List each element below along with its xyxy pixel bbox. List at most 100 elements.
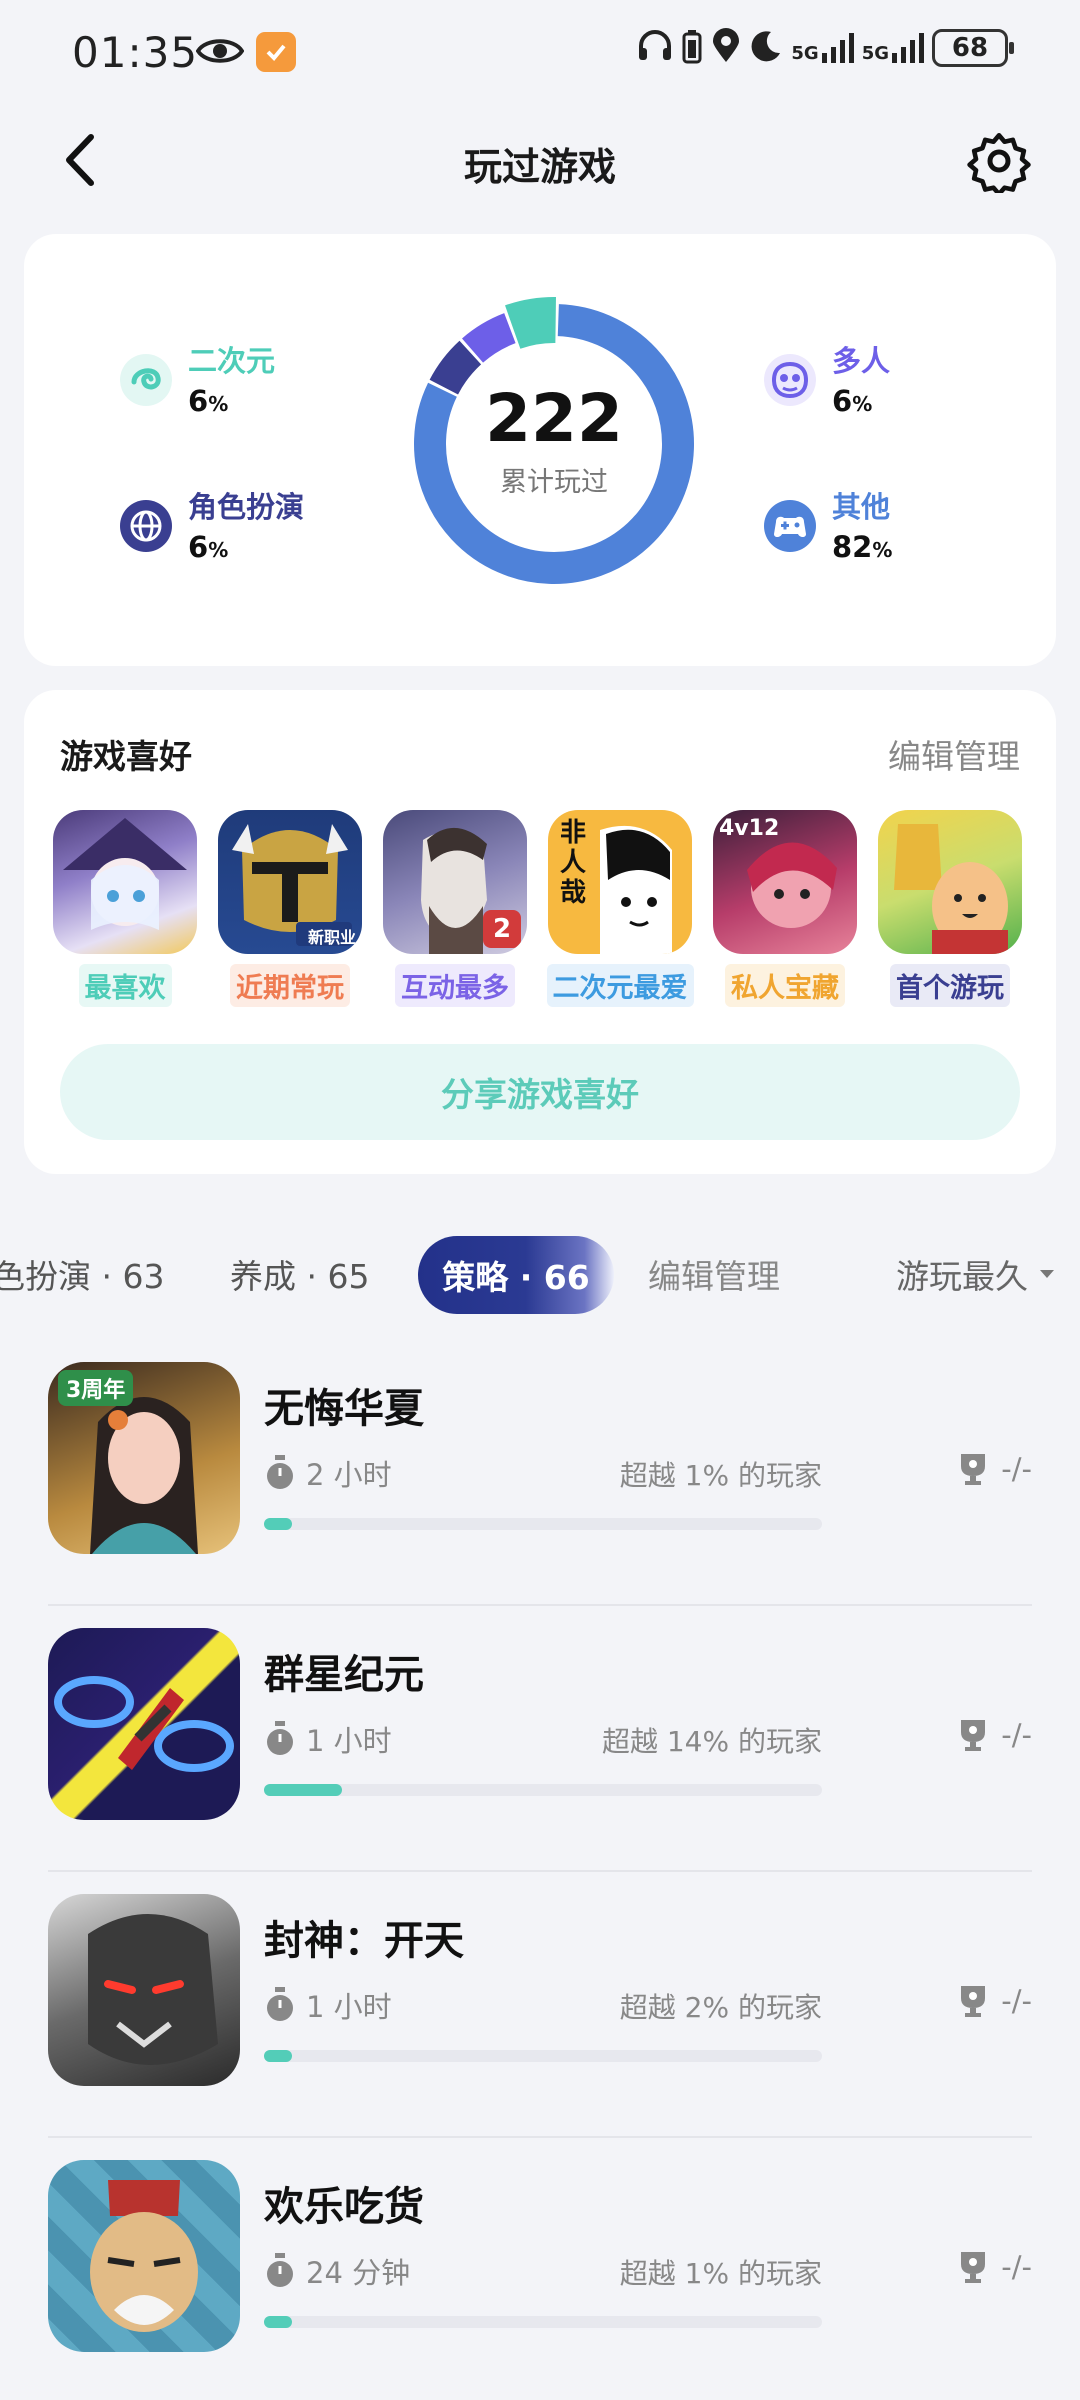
gear-icon bbox=[967, 132, 1031, 193]
category-tabs: 色扮演 · 63 养成 · 65 策略 · 66 编辑管理 游玩最久 bbox=[0, 1236, 1080, 1316]
trophy-icon bbox=[961, 1986, 986, 2017]
page-title: 玩过游戏 bbox=[463, 145, 616, 189]
share-preferences-button[interactable]: 分享游戏喜好 bbox=[60, 1044, 1020, 1140]
game-row[interactable]: 3周年 无悔华夏 2 小时 超越 1% 的玩家 -/- bbox=[0, 1340, 1080, 1606]
game-name: 无悔华夏 bbox=[264, 1386, 424, 1432]
progress-fill bbox=[264, 1518, 292, 1530]
preference-badge: 4v12 bbox=[719, 816, 780, 841]
preference-item[interactable]: 新职业 近期常玩 bbox=[215, 810, 365, 1007]
game-name: 封神：开天 bbox=[264, 1918, 464, 1964]
progress-bar bbox=[264, 2050, 822, 2062]
preference-tag: 二次元最爱 bbox=[546, 964, 694, 1007]
game-icon-image bbox=[53, 810, 197, 954]
game-icon bbox=[48, 1894, 240, 2086]
stopwatch-icon bbox=[267, 1987, 293, 2021]
location-icon bbox=[711, 28, 741, 68]
game-icon bbox=[48, 2160, 240, 2352]
preference-item[interactable]: 首个游玩 bbox=[875, 810, 1025, 1007]
game-icon bbox=[48, 1628, 240, 1820]
game-row[interactable]: 欢乐吃货 24 分钟 超越 1% 的玩家 -/- bbox=[0, 2138, 1080, 2400]
multiplayer-icon bbox=[764, 354, 816, 406]
battery-small-icon bbox=[681, 28, 703, 68]
stat-value: 6% bbox=[188, 384, 229, 418]
game-icon-image: 新职业 bbox=[218, 810, 362, 954]
preference-tag: 最喜欢 bbox=[78, 964, 172, 1007]
stopwatch-icon bbox=[267, 2253, 293, 2287]
total-count: 222 bbox=[485, 380, 623, 457]
sort-dropdown[interactable]: 游玩最久 bbox=[896, 1250, 1056, 1298]
app-notification-icon bbox=[256, 32, 296, 72]
game-playtime: 1 小时 bbox=[264, 1984, 392, 2026]
preference-item[interactable]: 4v12 私人宝藏 bbox=[710, 810, 860, 1007]
preferences-card: 游戏喜好 编辑管理 最喜欢 新职业 近期常玩 2 互动最多 非人哉 二次元最爱 … bbox=[24, 690, 1056, 1174]
trophy-icon bbox=[961, 2252, 986, 2283]
caret-down-icon bbox=[1040, 1270, 1054, 1278]
tabs-edit-button[interactable]: 编辑管理 bbox=[648, 1250, 780, 1298]
anime-swirl-icon bbox=[120, 354, 172, 406]
game-icon-image: 2 bbox=[383, 810, 527, 954]
tab-strategy-active[interactable]: 策略 · 66 bbox=[418, 1236, 614, 1314]
game-row[interactable]: 封神：开天 1 小时 超越 2% 的玩家 -/- bbox=[0, 1872, 1080, 2138]
game-name: 欢乐吃货 bbox=[264, 2184, 424, 2230]
total-label: 累计玩过 bbox=[500, 467, 608, 498]
signal-icon-2: 5G bbox=[862, 33, 924, 63]
game-rank: 超越 1% 的玩家 bbox=[619, 1459, 822, 1492]
game-rank: 超越 14% 的玩家 bbox=[601, 1725, 822, 1758]
preference-item[interactable]: 2 互动最多 bbox=[380, 810, 530, 1007]
preference-tag: 私人宝藏 bbox=[725, 964, 845, 1007]
game-playtime: 1 小时 bbox=[264, 1718, 392, 1760]
header: 玩过游戏 bbox=[0, 110, 1080, 210]
progress-bar bbox=[264, 2316, 822, 2328]
tab-rpg[interactable]: 色扮演 · 63 bbox=[0, 1250, 164, 1298]
eye-icon bbox=[195, 34, 245, 72]
preferences-edit-button[interactable]: 编辑管理 bbox=[888, 730, 1020, 778]
status-time: 01:35 bbox=[72, 28, 199, 77]
globe-icon bbox=[120, 500, 172, 552]
stat-label: 二次元 bbox=[188, 344, 276, 378]
battery-indicator: 68 bbox=[932, 29, 1014, 67]
game-playtime: 24 分钟 bbox=[264, 2250, 410, 2292]
stat-label: 角色扮演 bbox=[188, 490, 305, 524]
game-achievement: -/- bbox=[959, 1452, 1032, 1486]
game-icon-image: 非人哉 bbox=[548, 810, 692, 954]
stat-multiplayer: 多人 6% bbox=[764, 338, 890, 418]
progress-fill bbox=[264, 2050, 292, 2062]
game-playtime: 2 小时 bbox=[264, 1452, 392, 1494]
stat-label: 多人 bbox=[832, 344, 891, 378]
tab-cultivation[interactable]: 养成 · 65 bbox=[230, 1250, 369, 1298]
preference-tag: 互动最多 bbox=[395, 964, 515, 1007]
trophy-icon bbox=[961, 1454, 986, 1485]
preference-badge: 新职业 bbox=[307, 928, 356, 947]
progress-bar bbox=[264, 1518, 822, 1530]
signal-icon-1: 5G bbox=[791, 33, 854, 63]
game-achievement: -/- bbox=[959, 1718, 1032, 1752]
stat-value: 6% bbox=[832, 384, 873, 418]
stats-card: 二次元 6% 角色扮演 6% 多人 6% 其他 82% 222 累计玩过 bbox=[24, 234, 1056, 666]
game-rank: 超越 2% 的玩家 bbox=[619, 1991, 822, 2024]
stat-value: 82% bbox=[832, 530, 893, 564]
preference-item[interactable]: 非人哉 二次元最爱 bbox=[545, 810, 695, 1007]
trophy-icon bbox=[961, 1720, 986, 1751]
game-name: 群星纪元 bbox=[264, 1652, 424, 1698]
status-indicators: 5G 5G 68 bbox=[637, 28, 1014, 68]
stat-anime: 二次元 6% bbox=[120, 338, 275, 418]
game-rank: 超越 1% 的玩家 bbox=[619, 2257, 822, 2290]
stopwatch-icon bbox=[267, 1455, 293, 1489]
progress-fill bbox=[264, 2316, 292, 2328]
sort-label: 游玩最久 bbox=[896, 1257, 1028, 1296]
game-row[interactable]: 群星纪元 1 小时 超越 14% 的玩家 -/- bbox=[0, 1606, 1080, 1872]
progress-fill bbox=[264, 1784, 343, 1796]
preference-item[interactable]: 最喜欢 bbox=[50, 810, 200, 1007]
gamepad-icon bbox=[764, 500, 816, 552]
donut-center: 222 累计玩过 bbox=[404, 384, 704, 499]
moon-icon bbox=[749, 29, 783, 67]
stopwatch-icon bbox=[267, 1721, 293, 1755]
game-icon-image: 4v12 bbox=[713, 810, 857, 954]
game-achievement: -/- bbox=[959, 1984, 1032, 2018]
progress-bar bbox=[264, 1784, 822, 1796]
status-bar: 01:35 5G 5G 68 bbox=[0, 0, 1080, 100]
game-icon-image bbox=[878, 810, 1022, 954]
settings-button[interactable] bbox=[964, 126, 1034, 196]
game-icon: 3周年 bbox=[48, 1362, 240, 1554]
preferences-title: 游戏喜好 bbox=[60, 737, 192, 776]
